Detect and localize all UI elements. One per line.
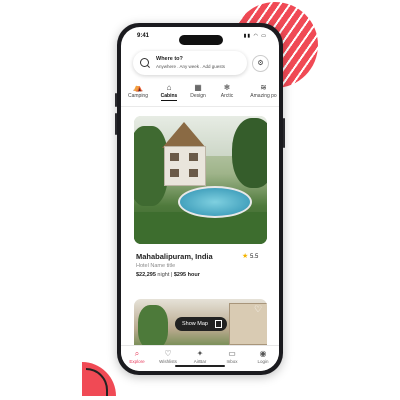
tab-label: Wishlists — [159, 359, 177, 364]
bottom-tab-bar: ⌕ Explore ♡ Wishlists ✦ AirBar ▭ Inbox ◉… — [121, 345, 279, 371]
photo-window — [170, 169, 179, 177]
tab-airbar[interactable]: ✦ AirBar — [185, 349, 215, 364]
category-label: Camping — [127, 93, 148, 99]
photo-window — [170, 153, 179, 161]
category-divider — [121, 106, 279, 107]
home-indicator — [175, 365, 225, 367]
rating-value: 5.5 — [249, 254, 259, 260]
show-map-button[interactable]: Show Map — [175, 317, 227, 331]
price-total: $295 hour — [173, 272, 200, 278]
pool-icon: ≋ — [260, 83, 267, 92]
app-screen: 9:41 ▮▮ ◠ ▭ Where to? Anywhere . Any wee… — [121, 27, 279, 371]
volume-button — [115, 93, 117, 107]
search-subtitle: Anywhere . Any week . Add guests — [156, 64, 226, 69]
dynamic-island — [179, 35, 223, 45]
snowflake-icon: ❄ — [223, 83, 231, 92]
listing-subtitle: Hotel Name title — [136, 263, 176, 269]
category-design[interactable]: ▦ Design — [187, 83, 209, 103]
tab-login[interactable]: ◉ Login — [248, 349, 278, 364]
tab-label: Explore — [129, 359, 145, 364]
search-bar[interactable]: Where to? Anywhere . Any week . Add gues… — [133, 51, 247, 75]
listing-price: $22,295 night | $295 hour — [136, 272, 200, 278]
design-icon: ▦ — [194, 83, 202, 92]
photo-house — [164, 146, 206, 186]
photo-pool — [178, 186, 252, 218]
filter-icon: ⚙ — [257, 60, 264, 67]
listing-photo[interactable] — [134, 116, 267, 244]
map-icon — [215, 320, 222, 328]
tab-label: AirBar — [193, 359, 207, 364]
search-icon — [140, 58, 149, 67]
show-map-label: Show Map — [182, 321, 208, 327]
tab-explore[interactable]: ⌕ Explore — [122, 349, 152, 364]
price-night: $22,295 — [136, 272, 156, 278]
photo-palm — [138, 305, 168, 349]
volume-button — [115, 113, 117, 135]
category-label: Cabins — [160, 93, 178, 101]
airbar-icon: ✦ — [196, 349, 204, 358]
category-bar: ⛺ Camping ⌂ Cabins ▦ Design ❄ Arctic ≋ A… — [125, 83, 279, 103]
category-cabins[interactable]: ⌂ Cabins — [158, 83, 180, 103]
category-label: Amazing po — [250, 93, 277, 99]
power-button — [283, 118, 285, 148]
category-arctic[interactable]: ❄ Arctic — [216, 83, 238, 103]
tent-icon: ⛺ — [133, 83, 143, 92]
tab-wishlists[interactable]: ♡ Wishlists — [153, 349, 183, 364]
inbox-icon: ▭ — [228, 349, 236, 358]
category-label: Arctic — [220, 93, 234, 99]
tab-label: Login — [257, 359, 269, 364]
heart-icon[interactable]: ♡ — [254, 304, 262, 315]
search-icon: ⌕ — [134, 349, 140, 358]
heart-icon: ♡ — [164, 349, 172, 358]
photo-window — [189, 153, 198, 161]
listing-title[interactable]: Mahabalipuram, India — [136, 252, 213, 261]
tab-label: Inbox — [226, 359, 238, 364]
filter-button[interactable]: ⚙ — [252, 55, 269, 72]
price-separator: | — [170, 272, 173, 278]
category-label: Design — [190, 93, 206, 99]
photo-roof — [162, 122, 206, 148]
search-title: Where to? — [156, 56, 183, 62]
status-icons: ▮▮ ◠ ▭ — [243, 33, 267, 39]
category-amazing-pools[interactable]: ≋ Amazing po — [248, 83, 279, 103]
status-time: 9:41 — [137, 33, 150, 39]
photo-tree — [232, 118, 267, 188]
tab-inbox[interactable]: ▭ Inbox — [217, 349, 247, 364]
night-label: night — [157, 272, 170, 278]
star-icon: ★ — [242, 253, 249, 260]
cabin-icon: ⌂ — [166, 83, 172, 92]
profile-icon: ◉ — [259, 349, 267, 358]
category-camping[interactable]: ⛺ Camping — [125, 83, 151, 103]
listing-rating: ★ 5.5 — [242, 252, 258, 260]
photo-window — [189, 169, 198, 177]
carousel-dots[interactable] — [184, 235, 213, 239]
